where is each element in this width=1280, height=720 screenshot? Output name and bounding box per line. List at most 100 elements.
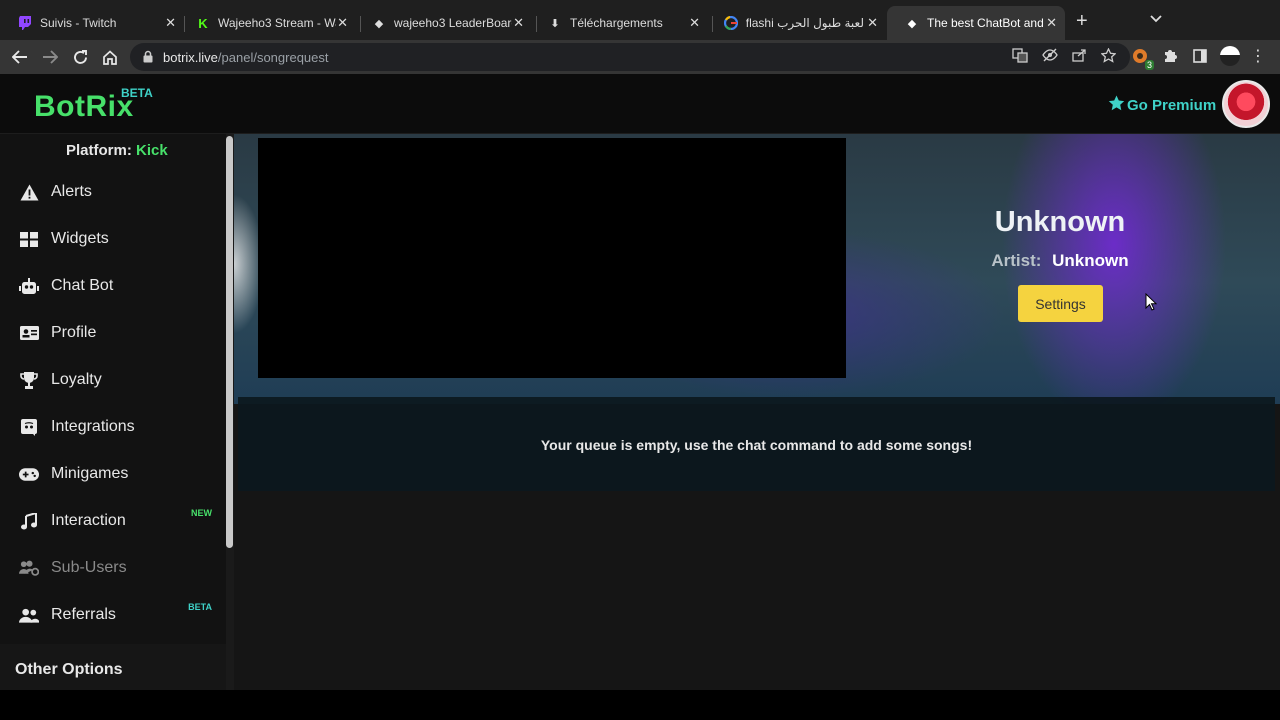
- browser-tab[interactable]: K Wajeeho3 Stream - Wa ✕: [178, 6, 356, 40]
- tab-title: Wajeeho3 Stream - Wa: [218, 16, 336, 30]
- sidebar: Platform: Kick Alerts Widgets Chat Bot P…: [0, 134, 226, 690]
- go-premium-link[interactable]: Go Premium: [1108, 95, 1216, 115]
- tab-title: wajeeho3 LeaderBoard: [394, 16, 512, 30]
- eye-off-icon[interactable]: [1042, 48, 1058, 66]
- download-icon: ⬇: [550, 17, 560, 30]
- gamepad-icon: [19, 464, 39, 484]
- translate-icon[interactable]: [1012, 48, 1028, 66]
- tab-title: Téléchargements: [570, 16, 663, 30]
- tab-title: لعبة طبول الحرب flashi - بحث: [746, 16, 864, 30]
- url-path: /panel/songrequest: [217, 50, 329, 65]
- profile-avatar-icon[interactable]: [1220, 46, 1240, 66]
- side-panel-icon[interactable]: [1190, 46, 1210, 66]
- users-icon: [19, 605, 39, 625]
- browser-tab[interactable]: ◆ wajeeho3 LeaderBoard ✕: [354, 6, 532, 40]
- other-options-section[interactable]: Other Options: [0, 644, 226, 690]
- sidebar-item-interaction[interactable]: Interaction NEW: [0, 498, 226, 544]
- browser-toolbar: botrix.live/panel/songrequest 3 ⋮: [0, 40, 1280, 74]
- app-header: BotRix BETA Go Premium: [0, 74, 1280, 134]
- sidebar-item-minigames[interactable]: Minigames: [0, 451, 226, 497]
- sidebar-item-loyalty[interactable]: Loyalty: [0, 357, 226, 403]
- platform-indicator: Platform: Kick: [66, 142, 168, 159]
- google-icon: [724, 16, 738, 30]
- sidebar-item-label: Alerts: [51, 183, 92, 200]
- sidebar-item-profile[interactable]: Profile: [0, 310, 226, 356]
- artist-label: Artist:: [991, 251, 1042, 270]
- address-bar[interactable]: botrix.live/panel/songrequest: [130, 43, 1130, 71]
- tab-title: The best ChatBot and V: [927, 16, 1045, 30]
- sidebar-item-referrals[interactable]: Referrals BETA: [0, 592, 226, 638]
- artist-value: Unknown: [1052, 251, 1129, 270]
- close-icon[interactable]: ✕: [337, 15, 348, 31]
- beta-badge: BETA: [121, 86, 153, 100]
- back-arrow-icon[interactable]: [9, 46, 31, 68]
- settings-button[interactable]: Settings: [1018, 285, 1103, 322]
- sidebar-item-label: Loyalty: [51, 371, 102, 388]
- star-bookmark-icon[interactable]: [1100, 47, 1117, 66]
- sidebar-item-label: Chat Bot: [51, 277, 114, 294]
- grid-icon: [19, 229, 39, 249]
- sidebar-item-label: Minigames: [51, 465, 129, 482]
- tab-title: Suivis - Twitch: [40, 16, 117, 30]
- forward-arrow-icon[interactable]: [39, 46, 61, 68]
- puzzle-icon[interactable]: [1160, 46, 1180, 66]
- browser-tab[interactable]: Suivis - Twitch ✕: [0, 6, 184, 40]
- close-icon[interactable]: ✕: [1046, 15, 1057, 31]
- mouse-cursor-icon: [1145, 292, 1158, 316]
- sidebar-item-label: Widgets: [51, 230, 109, 247]
- sidebar-item-label: Referrals: [51, 606, 116, 623]
- close-icon[interactable]: ✕: [165, 15, 176, 31]
- url-text: botrix.live/panel/songrequest: [163, 50, 329, 65]
- sidebar-item-label: Profile: [51, 324, 97, 341]
- sidebar-item-widgets[interactable]: Widgets: [0, 216, 226, 262]
- sidebar-item-sub-users[interactable]: Sub-Users: [0, 545, 226, 591]
- close-icon[interactable]: ✕: [513, 15, 524, 31]
- browser-tab-active[interactable]: ◆ The best ChatBot and V ✕: [887, 6, 1065, 40]
- botrix-logo[interactable]: BotRix: [34, 90, 134, 124]
- platform-value: Kick: [136, 142, 168, 159]
- song-queue: Your queue is empty, use the chat comman…: [238, 397, 1275, 491]
- url-host: botrix.live: [163, 50, 218, 65]
- id-card-icon: [19, 323, 39, 343]
- chevron-down-icon[interactable]: [1150, 12, 1162, 26]
- botrix-icon: ◆: [907, 17, 917, 30]
- browser-tab-strip: Suivis - Twitch ✕ K Wajeeho3 Stream - Wa…: [0, 0, 1280, 40]
- sidebar-item-label: Interaction: [51, 512, 126, 529]
- trophy-icon: [19, 370, 39, 390]
- star-icon: [1108, 95, 1125, 115]
- home-icon[interactable]: [99, 46, 121, 68]
- lock-icon: [143, 50, 153, 63]
- browser-tab[interactable]: لعبة طبول الحرب flashi - بحث ✕: [706, 6, 886, 40]
- robot-icon: [19, 276, 39, 296]
- sidebar-item-alerts[interactable]: Alerts: [0, 169, 226, 215]
- more-menu-icon[interactable]: ⋮: [1250, 46, 1266, 66]
- music-icon: [19, 511, 39, 531]
- share-icon[interactable]: [1072, 48, 1087, 66]
- beta-badge: BETA: [188, 602, 212, 612]
- botrix-icon: ◆: [374, 17, 384, 30]
- warning-icon: [19, 182, 39, 202]
- artist-line: Artist: Unknown: [894, 251, 1226, 271]
- new-tab-button[interactable]: +: [1076, 10, 1088, 33]
- close-icon[interactable]: ✕: [867, 15, 878, 31]
- browser-tab[interactable]: ⬇ Téléchargements ✕: [530, 6, 708, 40]
- other-options-heading: Other Options: [15, 661, 123, 678]
- twitch-icon: [18, 16, 32, 30]
- song-title: Unknown: [994, 206, 1126, 238]
- sidebar-scroll-thumb[interactable]: [226, 136, 233, 548]
- sidebar-item-label: Sub-Users: [51, 559, 127, 576]
- go-premium-label: Go Premium: [1127, 96, 1217, 114]
- kick-icon: K: [198, 15, 208, 31]
- sidebar-item-integrations[interactable]: Integrations: [0, 404, 226, 450]
- extension-badge: 3: [1144, 60, 1154, 70]
- now-playing-hero: Unknown Artist: Unknown Settings: [234, 134, 1280, 404]
- extension-icon[interactable]: 3: [1130, 46, 1154, 70]
- close-icon[interactable]: ✕: [689, 15, 700, 31]
- sidebar-item-label: Integrations: [51, 418, 135, 435]
- video-player[interactable]: [258, 138, 846, 378]
- discord-icon: [19, 417, 39, 437]
- sidebar-item-chat-bot[interactable]: Chat Bot: [0, 263, 226, 309]
- reload-icon[interactable]: [69, 46, 91, 68]
- song-request-panel: Unknown Artist: Unknown Settings Your qu…: [234, 134, 1280, 690]
- user-avatar[interactable]: [1222, 80, 1270, 128]
